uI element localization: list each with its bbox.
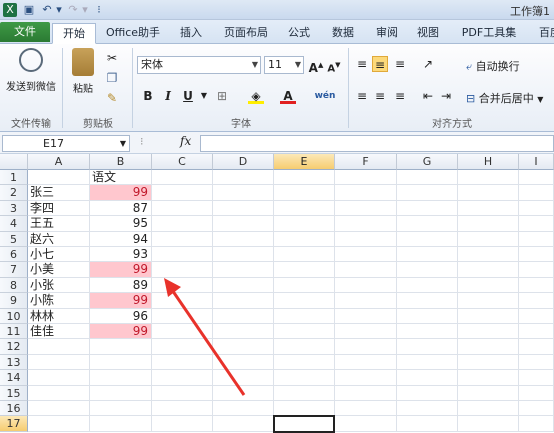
annotation-arrow: [164, 278, 246, 396]
arrow-head: [164, 278, 181, 297]
arrow-shaft: [166, 283, 246, 396]
